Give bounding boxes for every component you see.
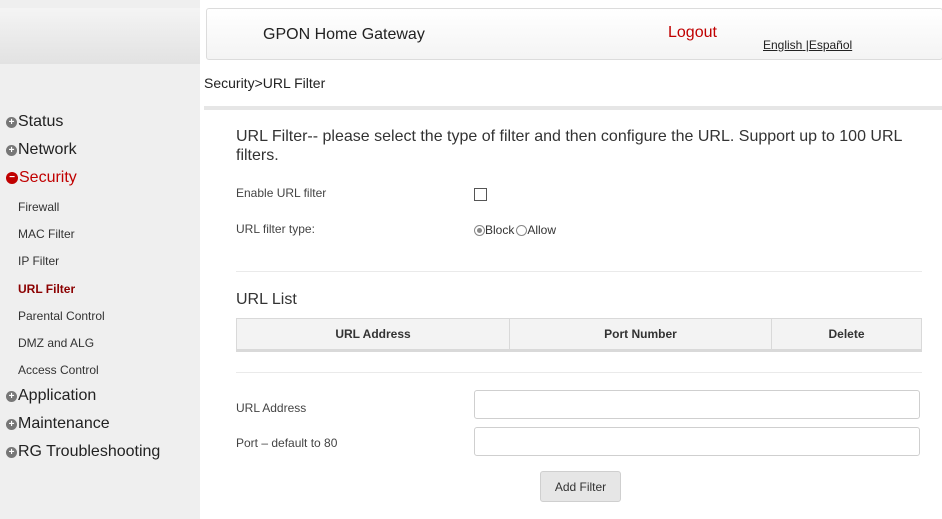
page-title: URL Filter-- please select the type of f… [236,128,902,164]
sidebar-item-network[interactable]: + Network [6,141,77,159]
add-filter-button[interactable]: Add Filter [540,471,621,502]
url-filter-type-group: Block Allow [474,223,556,237]
sidebar-item-label: Status [18,113,64,130]
sidebar-item-label: Maintenance [18,415,110,432]
sidebar-item-rg-troubleshooting[interactable]: + RG Troubleshooting [6,443,160,461]
logo-area [0,8,200,64]
sidebar-sub-access-control[interactable]: Access Control [18,363,99,377]
enable-url-filter-checkbox[interactable] [474,188,487,201]
sidebar-item-label: Application [18,387,97,404]
allow-radio-label: Allow [527,223,557,237]
sidebar-sub-ip-filter[interactable]: IP Filter [18,254,59,268]
minus-icon: − [6,172,18,184]
sidebar-item-label: RG Troubleshooting [18,443,161,460]
plus-icon: + [6,390,17,402]
enable-url-filter-label: Enable URL filter [236,186,327,200]
sidebar-sub-parental-control[interactable]: Parental Control [18,309,105,323]
sidebar-sub-mac-filter[interactable]: MAC Filter [18,227,75,241]
column-header-port-number: Port Number [509,318,772,352]
sidebar-item-label: Security [19,169,77,186]
divider [204,106,942,110]
sidebar-sub-dmz-and-alg[interactable]: DMZ and ALG [18,336,94,350]
brand-title: GPON Home Gateway [263,26,425,43]
sidebar-sub-url-filter[interactable]: URL Filter [18,282,75,296]
column-header-url-address: URL Address [236,318,510,352]
plus-icon: + [6,144,17,156]
divider [236,271,922,272]
plus-icon: + [6,418,17,430]
breadcrumb: Security>URL Filter [204,75,326,91]
lang-english-link[interactable]: English [763,38,802,52]
url-filter-type-label: URL filter type: [236,222,315,236]
sidebar-item-label: Network [18,141,77,158]
sidebar-sub-firewall[interactable]: Firewall [18,200,59,214]
url-address-input[interactable] [474,390,920,419]
language-switch: English |Español [763,38,852,52]
block-radio-label: Block [485,223,515,237]
port-label: Port – default to 80 [236,436,338,450]
logout-link[interactable]: Logout [668,24,717,42]
allow-radio[interactable] [516,224,528,236]
column-header-delete: Delete [771,318,922,352]
lang-spanish-link[interactable]: Español [809,38,852,52]
header-bar: GPON Home Gateway Logout English |Españo… [206,8,942,60]
plus-icon: + [6,446,17,458]
plus-icon: + [6,116,17,128]
sidebar-item-status[interactable]: + Status [6,113,63,131]
block-radio[interactable] [474,224,485,236]
url-list-table: URL Address Port Number Delete [236,318,922,352]
port-input[interactable] [474,427,920,456]
url-list-title: URL List [236,291,297,308]
divider [236,372,922,373]
sidebar: + Status + Network − Security Firewall M… [0,0,200,519]
sidebar-item-application[interactable]: + Application [6,387,96,405]
sidebar-item-maintenance[interactable]: + Maintenance [6,415,110,433]
url-address-label: URL Address [236,401,307,415]
sidebar-item-security[interactable]: − Security [6,169,77,187]
